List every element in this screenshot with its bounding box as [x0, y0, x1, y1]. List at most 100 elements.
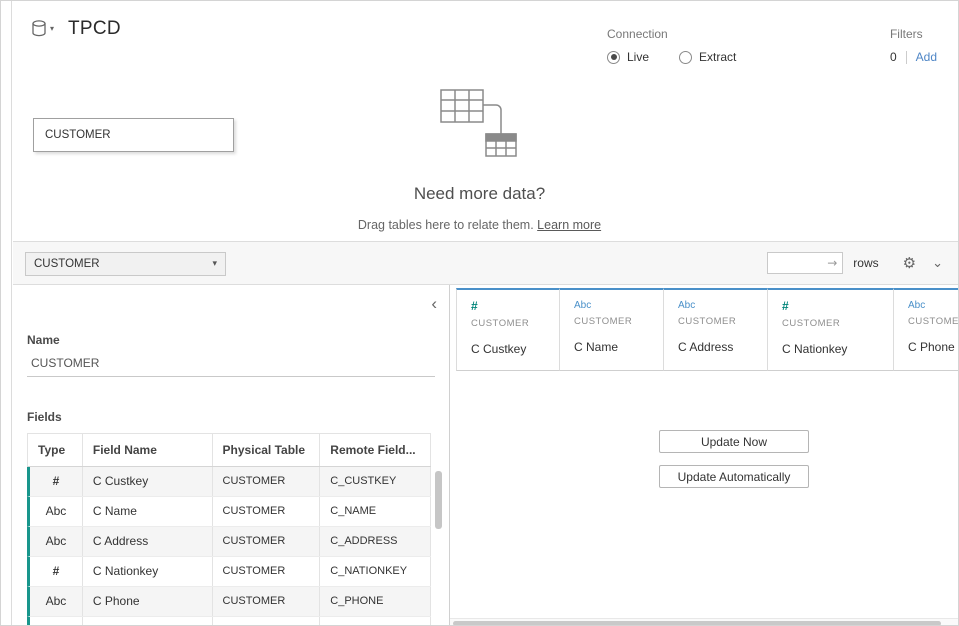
table-chip-customer[interactable]: CUSTOMER: [33, 118, 234, 152]
physical-table-cell: CUSTOMER: [213, 467, 321, 496]
fields-table: Type Field Name Physical Table Remote Fi…: [27, 433, 431, 626]
database-icon: [31, 19, 47, 38]
learn-more-link[interactable]: Learn more: [537, 218, 601, 232]
gear-icon[interactable]: ⚙: [903, 256, 916, 271]
filters-count: 0: [890, 50, 897, 64]
grid-column-c-custkey[interactable]: # CUSTOMER C Custkey: [456, 288, 560, 371]
grid-column-field: C Phone: [908, 340, 958, 354]
empty-cell: [83, 617, 213, 626]
relate-tables-illustration: [438, 87, 538, 166]
update-now-button[interactable]: Update Now: [659, 430, 809, 453]
radio-label-live: Live: [627, 50, 649, 64]
radio-selected-icon: [607, 51, 620, 64]
name-input[interactable]: CUSTOMER: [27, 349, 435, 377]
field-name-cell: C Custkey: [83, 467, 213, 496]
physical-table-cell: CUSTOMER: [213, 497, 321, 526]
datasource-menu-button[interactable]: ▾: [29, 17, 56, 40]
grid-column-table: CUSTOMER: [782, 318, 893, 329]
filters-section: Filters 0 Add: [890, 27, 937, 64]
table-select-value: CUSTOMER: [34, 258, 100, 270]
string-type-icon: Abc: [30, 527, 83, 556]
filters-add-link[interactable]: Add: [916, 50, 937, 64]
update-automatically-button[interactable]: Update Automatically: [659, 465, 809, 488]
datasource-page: ▾ TPCD Connection Live Extract Filters 0: [0, 0, 959, 626]
connection-radios: Live Extract: [607, 50, 736, 64]
rows-limit-box: →: [767, 252, 843, 274]
datasource-title: TPCD: [68, 18, 121, 40]
datagrid-toolbar: CUSTOMER ▾ → rows ⚙ ⌄: [13, 241, 958, 285]
table-row[interactable]: Abc C Address CUSTOMER C_ADDRESS: [27, 527, 431, 557]
number-type-icon: #: [782, 300, 893, 313]
remote-field-cell: C_ADDRESS: [320, 527, 431, 556]
empty-state-subtitle-text: Drag tables here to relate them.: [358, 218, 534, 232]
table-row[interactable]: # C Custkey CUSTOMER C_CUSTKEY: [27, 467, 431, 497]
grid-column-field: C Nationkey: [782, 342, 893, 356]
column-header-physical-table: Physical Table: [213, 434, 321, 466]
fields-table-scrollbar[interactable]: [435, 471, 442, 529]
remote-field-cell: C_NATIONKEY: [320, 557, 431, 586]
table-select-dropdown[interactable]: CUSTOMER ▾: [25, 252, 226, 276]
grid-column-table: CUSTOMER: [678, 316, 767, 327]
caret-down-icon: ▾: [212, 253, 217, 275]
filters-row: 0 Add: [890, 50, 937, 64]
connection-section: Connection Live Extract: [607, 27, 736, 64]
string-type-icon: Abc: [678, 300, 767, 311]
top-section: ▾ TPCD Connection Live Extract Filters 0: [13, 1, 958, 241]
table-row[interactable]: Abc C Name CUSTOMER C_NAME: [27, 497, 431, 527]
remote-field-cell: C_PHONE: [320, 587, 431, 616]
remote-field-cell: C_NAME: [320, 497, 431, 526]
radio-label-extract: Extract: [699, 50, 736, 64]
column-header-field-name: Field Name: [83, 434, 213, 466]
filters-divider: [906, 51, 907, 64]
string-type-icon: Abc: [908, 300, 958, 311]
grid-column-table: CUSTOMER: [574, 316, 663, 327]
physical-table-cell: CUSTOMER: [213, 587, 321, 616]
field-name-cell: C Address: [83, 527, 213, 556]
string-type-icon: Abc: [30, 497, 83, 526]
field-name-cell: C Nationkey: [83, 557, 213, 586]
field-metadata-panel: ‹ Name CUSTOMER Fields Type Field Name P…: [13, 285, 450, 626]
radio-unselected-icon: [679, 51, 692, 64]
grid-column-field: C Custkey: [471, 342, 559, 356]
column-header-remote-field: Remote Field...: [320, 434, 431, 466]
left-gutter: [1, 1, 12, 625]
connection-label: Connection: [607, 27, 736, 41]
physical-table-cell: CUSTOMER: [213, 527, 321, 556]
field-name-cell: C Name: [83, 497, 213, 526]
column-header-type: Type: [28, 434, 83, 466]
grid-column-field: C Name: [574, 340, 663, 354]
filters-label: Filters: [890, 27, 937, 41]
toolbar-right-controls: → rows ⚙ ⌄: [767, 252, 943, 274]
fields-table-header: Type Field Name Physical Table Remote Fi…: [27, 433, 431, 467]
chevron-down-icon[interactable]: ⌄: [932, 257, 943, 270]
fields-label: Fields: [27, 410, 62, 424]
grid-column-field: C Address: [678, 340, 767, 354]
empty-cell: [30, 617, 83, 626]
data-grid-panel: # CUSTOMER C Custkey Abc CUSTOMER C Name…: [450, 285, 958, 626]
connection-extract-radio[interactable]: Extract: [679, 50, 736, 64]
rows-limit-input[interactable]: [768, 253, 842, 273]
table-row[interactable]: # C Nationkey CUSTOMER C_NATIONKEY: [27, 557, 431, 587]
remote-field-cell: C_CUSTKEY: [320, 467, 431, 496]
grid-column-table: CUSTOMER: [471, 318, 559, 329]
app-header: ▾ TPCD: [29, 17, 121, 40]
field-name-cell: C Phone: [83, 587, 213, 616]
grid-horizontal-scrollbar[interactable]: [453, 621, 941, 626]
collapse-panel-icon[interactable]: ‹: [431, 295, 437, 312]
empty-state-title: Need more data?: [13, 184, 946, 204]
number-type-icon: #: [30, 467, 83, 496]
grid-column-c-nationkey[interactable]: # CUSTOMER C Nationkey: [768, 288, 894, 371]
connection-live-radio[interactable]: Live: [607, 50, 649, 64]
empty-cell: [320, 617, 431, 626]
number-type-icon: #: [471, 300, 559, 313]
tables-illustration-icon: [438, 87, 538, 161]
empty-cell: [213, 617, 321, 626]
data-grid-header: # CUSTOMER C Custkey Abc CUSTOMER C Name…: [456, 288, 958, 371]
rows-label: rows: [853, 256, 878, 270]
name-label: Name: [27, 333, 60, 347]
grid-column-c-address[interactable]: Abc CUSTOMER C Address: [664, 288, 768, 371]
grid-column-c-phone[interactable]: Abc CUSTOMER C Phone: [894, 288, 958, 371]
string-type-icon: Abc: [574, 300, 663, 311]
grid-column-c-name[interactable]: Abc CUSTOMER C Name: [560, 288, 664, 371]
table-row[interactable]: Abc C Phone CUSTOMER C_PHONE: [27, 587, 431, 617]
